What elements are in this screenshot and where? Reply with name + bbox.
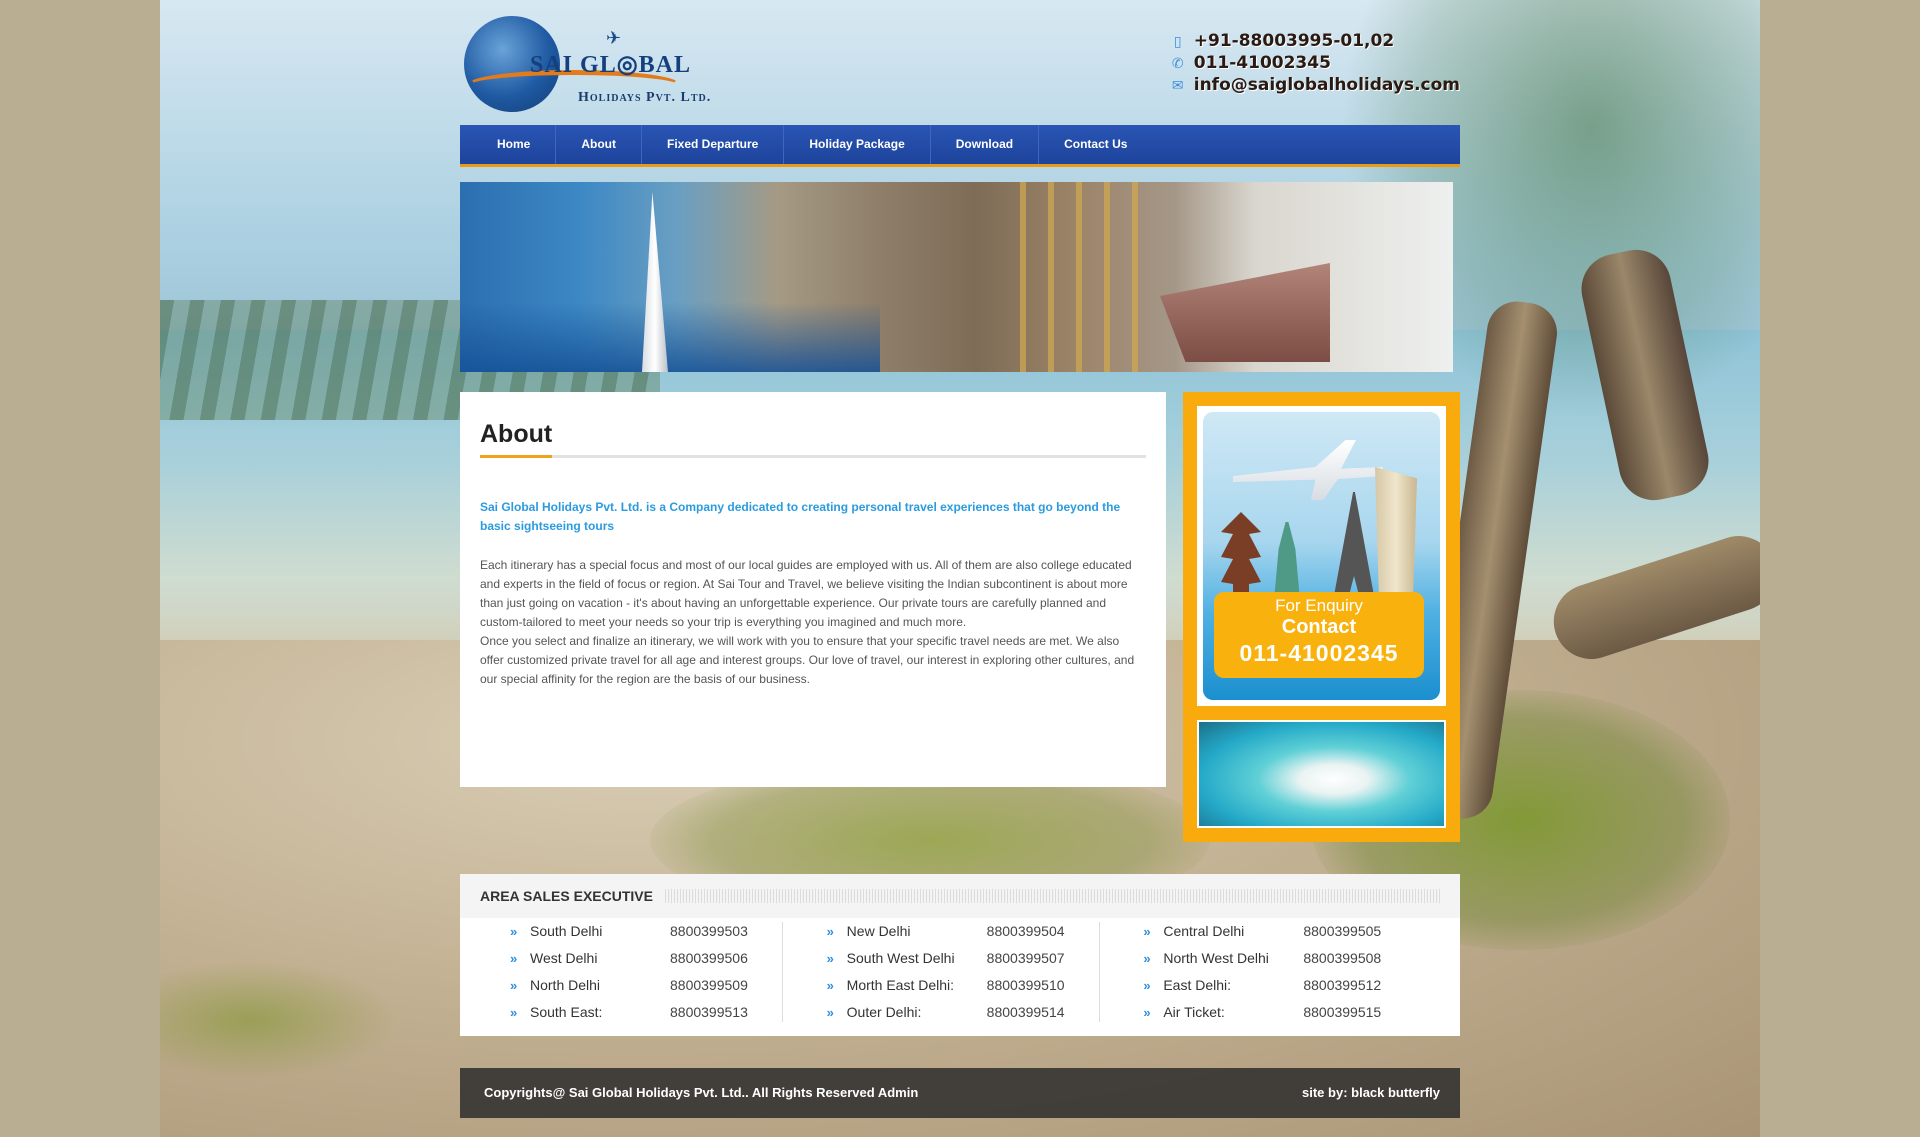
double-arrow-icon: » [510, 924, 518, 939]
nav-holiday-package[interactable]: Holiday Package [784, 125, 931, 164]
list-item: » Central Delhi 8800399505 [1143, 918, 1460, 945]
site-logo[interactable]: ✈ SAI GL◎BAL Holidays Pvt. Ltd. [460, 12, 720, 117]
sales-column: » New Delhi 8800399504 » South West Delhi 88… [827, 918, 1144, 1026]
double-arrow-icon: » [1143, 1005, 1151, 1020]
double-arrow-icon: » [1143, 924, 1151, 939]
contact-phone: ✆ 011-41002345 [1168, 52, 1460, 74]
list-item: » North Delhi 8800399509 [510, 972, 827, 999]
enquiry-phone: 011-41002345 [1239, 640, 1399, 666]
nav-contact-us[interactable]: Contact Us [1039, 125, 1152, 164]
logo-subtitle: Holidays Pvt. Ltd. [578, 90, 712, 105]
email-icon: ✉ [1171, 76, 1184, 93]
list-item: » South Delhi 8800399503 [510, 918, 827, 945]
list-item: » New Delhi 8800399504 [827, 918, 1144, 945]
site-header: ✈ SAI GL◎BAL Holidays Pvt. Ltd. ▯ +91-88… [460, 0, 1460, 125]
beach-image[interactable] [1197, 720, 1446, 828]
copyright-text: Copyrights@ Sai Global Holidays Pvt. Ltd… [484, 1085, 919, 1100]
sales-column: » Central Delhi 8800399505 » North West Del… [1143, 918, 1460, 1026]
double-arrow-icon: » [826, 978, 834, 993]
about-lead: Sai Global Holidays Pvt. Ltd. is a Compa… [480, 500, 1121, 533]
page-title: About [480, 420, 553, 448]
sidebar: For Enquiry Contact 011-41002345 [1183, 392, 1460, 842]
list-item: » Morth East Delhi: 8800399510 [827, 972, 1144, 999]
contact-mobile-text: +91-88003995-01,02 [1193, 31, 1395, 51]
double-arrow-icon: » [510, 978, 518, 993]
logo-name: SAI GL◎BAL [530, 52, 691, 78]
about-paragraph-1-text: Each itinerary has a special focus and m… [480, 558, 1132, 629]
sales-title: AREA SALES EXECUTIVE [480, 888, 653, 904]
sales-column: » South Delhi 8800399503 » West Delhi 880039… [510, 918, 827, 1026]
enquiry-promo[interactable]: For Enquiry Contact 011-41002345 [1197, 406, 1446, 706]
list-item: » East Delhi: 8800399512 [1143, 972, 1460, 999]
double-arrow-icon: » [510, 1005, 518, 1020]
list-item: » Outer Delhi: 8800399514 [827, 999, 1144, 1026]
contact-email[interactable]: ✉ info@saiglobalholidays.com [1168, 74, 1460, 96]
nav-download[interactable]: Download [931, 125, 1040, 164]
enquiry-label: For Enquiry [1275, 596, 1363, 615]
about-section: About Sai Global Holidays Pvt. Ltd. is a… [460, 392, 1166, 787]
mobile-icon: ▯ [1173, 32, 1182, 49]
double-arrow-icon: » [826, 1005, 834, 1020]
title-underline [480, 455, 1146, 458]
contact-mobile: ▯ +91-88003995-01,02 [1168, 30, 1460, 52]
list-item: » Air Ticket: 8800399515 [1143, 999, 1460, 1026]
enquiry-box: For Enquiry Contact 011-41002345 [1214, 592, 1424, 678]
sales-header: AREA SALES EXECUTIVE [460, 874, 1460, 918]
nav-fixed-departure[interactable]: Fixed Departure [642, 125, 785, 164]
contact-phone-text: 011-41002345 [1193, 53, 1331, 73]
double-arrow-icon: » [826, 924, 834, 939]
list-item: » North West Delhi 8800399508 [1143, 945, 1460, 972]
list-item: » South East: 8800399513 [510, 999, 827, 1026]
double-arrow-icon: » [510, 951, 518, 966]
list-item: » South West Delhi 8800399507 [827, 945, 1144, 972]
double-arrow-icon: » [1143, 978, 1151, 993]
airplane-icon: ✈ [606, 28, 622, 48]
about-paragraph-2-text: Once you select and finalize an itinerar… [480, 634, 1135, 686]
contact-email-text[interactable]: info@saiglobalholidays.com [1194, 75, 1460, 95]
airplane-icon [1233, 440, 1383, 500]
list-item: » West Delhi 8800399506 [510, 945, 827, 972]
double-arrow-icon: » [826, 951, 834, 966]
area-sales-executive: AREA SALES EXECUTIVE » South Delhi 8800399… [460, 874, 1460, 1036]
site-credit-link[interactable]: site by: black butterfly [1302, 1068, 1440, 1118]
main-nav: Home About Fixed Departure Holiday Packa… [460, 125, 1460, 167]
page-container: ✈ SAI GL◎BAL Holidays Pvt. Ltd. ▯ +91-88… [460, 0, 1460, 1118]
nav-about[interactable]: About [556, 125, 642, 164]
site-footer: Copyrights@ Sai Global Holidays Pvt. Ltd… [460, 1068, 1460, 1118]
nav-home[interactable]: Home [472, 125, 557, 164]
double-arrow-icon: » [1143, 951, 1151, 966]
phone-icon: ✆ [1171, 54, 1184, 71]
content-row: About Sai Global Holidays Pvt. Ltd. is a… [460, 392, 1460, 862]
contact-info: ▯ +91-88003995-01,02 ✆ 011-41002345 ✉ in… [1168, 30, 1460, 96]
sales-grid: » South Delhi 8800399503 » West Delhi 880039… [460, 918, 1460, 1026]
enquiry-contact: Contact [1281, 616, 1357, 638]
hero-banner-image [460, 182, 1453, 372]
about-paragraph-1: Each itinerary has a special focus and m… [480, 556, 1146, 689]
